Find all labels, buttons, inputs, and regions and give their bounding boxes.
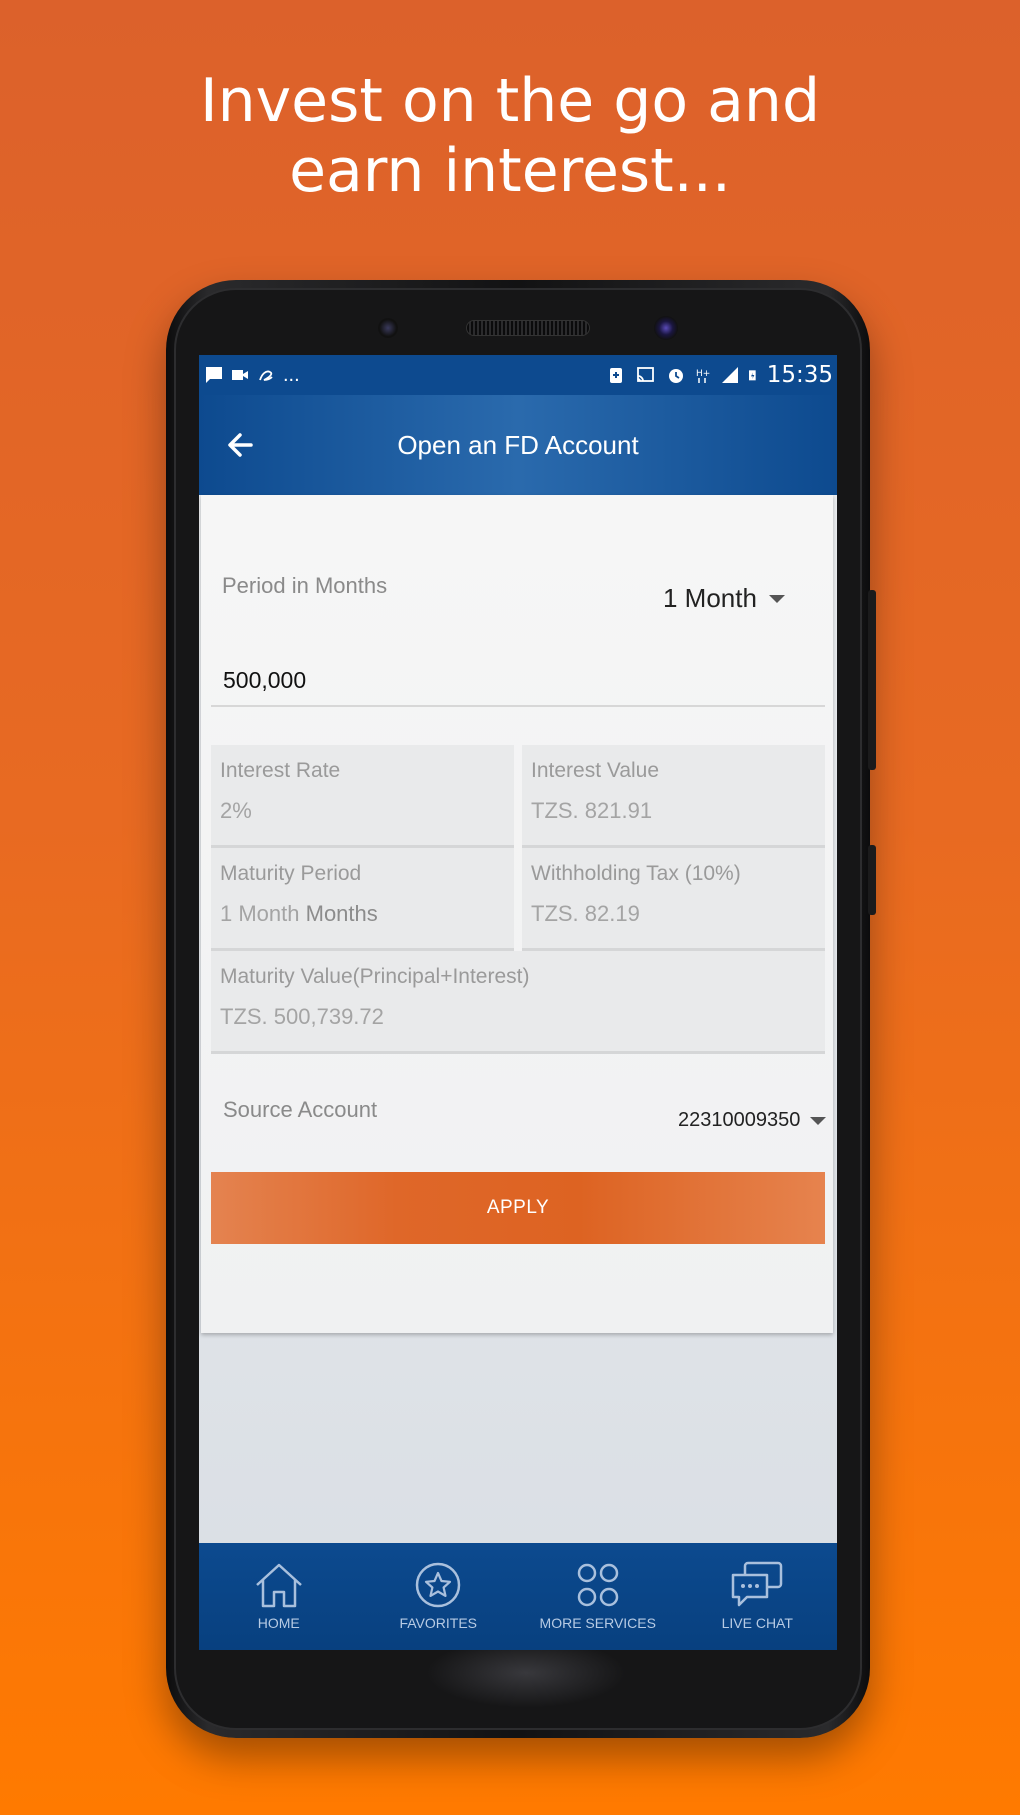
- cast-icon: [636, 367, 654, 382]
- interest-value-cell: Interest Value TZS. 821.91: [522, 745, 825, 848]
- status-time: 15:35: [766, 362, 833, 388]
- front-camera: [654, 316, 678, 340]
- star-icon: [416, 1562, 461, 1608]
- chevron-down-icon: [810, 1116, 827, 1125]
- nav-live-chat-label: LIVE CHAT: [721, 1615, 793, 1631]
- signal-icon: [721, 367, 738, 383]
- withholding-tax-label: Withholding Tax (10%): [531, 862, 741, 885]
- video-icon: [232, 370, 248, 380]
- nav-more-services[interactable]: MORE SERVICES: [518, 1543, 678, 1650]
- interest-value-label: Interest Value: [531, 759, 660, 782]
- maturity-period-label: Maturity Period: [220, 862, 362, 885]
- home-icon: [255, 1563, 302, 1608]
- nav-more-services-label: MORE SERVICES: [539, 1615, 656, 1631]
- message-icon: [206, 367, 222, 383]
- status-bar-right: H+ 15:35: [607, 362, 833, 388]
- chat-icon: [732, 1561, 783, 1607]
- nav-home[interactable]: HOME: [199, 1543, 359, 1650]
- headline-line-2: earn interest...: [289, 136, 731, 206]
- hplus-icon: H+: [696, 369, 710, 383]
- apply-button[interactable]: APPLY: [211, 1172, 825, 1244]
- maturity-period-amount: 1 Month: [220, 901, 300, 926]
- battery-icon: [748, 370, 756, 381]
- bottom-navigation: HOME FAVORITES MORE SERVICES LIVE CHAT: [199, 1543, 837, 1650]
- battery-saver-icon: [609, 368, 622, 383]
- chevron-down-icon: [768, 594, 785, 603]
- fd-form-card: Period in Months 1 Month Interest Rate 2…: [201, 495, 833, 1333]
- period-selected-value: 1 Month: [663, 583, 757, 613]
- script-icon: [259, 370, 273, 381]
- interest-value-amount: TZS. 821.91: [531, 798, 653, 823]
- withholding-tax-value: TZS. 82.19: [531, 901, 640, 926]
- maturity-period-value: 1 Month Months: [220, 900, 505, 928]
- svg-text:H+: H+: [696, 369, 710, 379]
- earpiece-speaker: [466, 320, 590, 336]
- period-label: Period in Months: [222, 573, 388, 598]
- nav-favorites[interactable]: FAVORITES: [359, 1543, 519, 1650]
- withholding-tax-cell: Withholding Tax (10%) TZS. 82.19: [522, 848, 825, 951]
- app-bar: Open an FD Account: [199, 395, 837, 495]
- maturity-period-unit: Months: [305, 901, 378, 926]
- page-title: Open an FD Account: [397, 430, 639, 460]
- source-account-value: 22310009350: [678, 1109, 801, 1131]
- phone-screen: ... H+ 15:35 Open an FD Account Period i…: [199, 355, 837, 1650]
- summary-row-1: Interest Rate 2% Interest Value TZS. 821…: [211, 745, 825, 848]
- interest-rate-label: Interest Rate: [220, 759, 341, 782]
- maturity-value-label: Maturity Value(Principal+Interest): [220, 965, 530, 988]
- nav-live-chat[interactable]: LIVE CHAT: [678, 1543, 838, 1650]
- summary-row-2: Maturity Period 1 Month Months Withholdi…: [211, 848, 825, 951]
- summary-row-3: Maturity Value(Principal+Interest) TZS. …: [211, 951, 825, 1054]
- status-bar: ... H+ 15:35: [199, 355, 837, 395]
- nav-home-label: HOME: [257, 1615, 300, 1631]
- alarm-icon: [668, 369, 683, 383]
- nav-favorites-label: FAVORITES: [399, 1615, 478, 1631]
- maturity-value-cell: Maturity Value(Principal+Interest) TZS. …: [211, 951, 825, 1054]
- period-dropdown[interactable]: 1 Month: [663, 583, 785, 614]
- source-account-dropdown[interactable]: 22310009350: [678, 1109, 827, 1132]
- source-account-label: Source Account: [223, 1097, 378, 1122]
- interest-rate-value: 2%: [220, 798, 252, 823]
- grid-icon: [577, 1563, 618, 1607]
- amount-input[interactable]: [211, 655, 825, 707]
- maturity-value-amount: TZS. 500,739.72: [220, 1004, 384, 1029]
- headline: Invest on the go and earn interest...: [0, 66, 1020, 206]
- status-overflow: ...: [283, 364, 300, 386]
- interest-rate-cell: Interest Rate 2%: [211, 745, 514, 848]
- power-button: [868, 845, 876, 915]
- headline-line-1: Invest on the go and: [199, 66, 821, 136]
- volume-button: [868, 590, 876, 770]
- status-bar-left: ...: [205, 364, 300, 386]
- proximity-sensor: [378, 318, 398, 338]
- calculation-summary: Interest Rate 2% Interest Value TZS. 821…: [211, 745, 825, 1054]
- maturity-period-cell: Maturity Period 1 Month Months: [211, 848, 514, 951]
